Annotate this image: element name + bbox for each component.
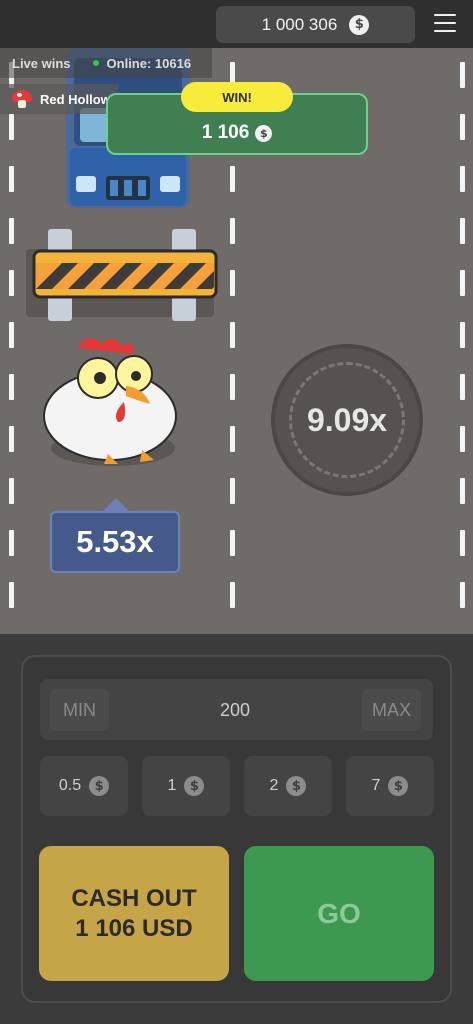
mushroom-icon	[12, 90, 32, 108]
chip-button[interactable]: 1 $	[142, 756, 230, 816]
coin-icon: $	[184, 776, 205, 796]
lane-marking	[460, 478, 465, 504]
lane-marking	[460, 582, 465, 608]
win-amount-value: 1 106	[201, 122, 250, 143]
min-bet-button[interactable]: MIN	[50, 689, 109, 731]
recent-player-name: Red Hollow	[40, 91, 111, 107]
lane-marking	[9, 478, 14, 504]
online-dot-icon	[92, 60, 99, 66]
live-wins-label: Live wins	[12, 55, 71, 71]
balance-value: 1 000 306	[261, 14, 338, 34]
lane-marking	[9, 426, 14, 452]
win-badge: WIN!	[181, 82, 293, 112]
lane-marking	[230, 426, 235, 452]
cash-out-label: CASH OUT	[71, 884, 197, 912]
current-multiplier-badge: 5.53x	[50, 498, 180, 573]
current-multiplier: 5.53x	[76, 524, 154, 559]
chip-button[interactable]: 7 $	[346, 756, 434, 816]
lane-marking	[230, 530, 235, 556]
lane-marking	[9, 114, 14, 140]
bet-amount-field[interactable]: 200	[110, 689, 360, 731]
lane-marking	[9, 582, 14, 608]
lane-marking	[230, 270, 235, 296]
lane-marking	[460, 426, 465, 452]
lane-marking	[460, 374, 465, 400]
lane-marking	[230, 582, 235, 608]
online-count: Online: 10616	[106, 55, 192, 71]
lane-marking	[9, 322, 14, 348]
game-board: 9.09x 5.53x Live wins Online: 10616 Red …	[0, 48, 473, 634]
manhole-cover[interactable]: 9.09x	[271, 344, 423, 496]
lane-marking	[230, 166, 235, 192]
lane-marking	[9, 218, 14, 244]
lane-marking	[460, 322, 465, 348]
lane-marking	[230, 218, 235, 244]
lane-marking	[460, 62, 465, 88]
coin-icon: $	[89, 776, 110, 796]
chip-button[interactable]: 2 $	[244, 756, 332, 816]
barricade-icon	[26, 229, 218, 321]
lane-marking	[9, 374, 14, 400]
max-bet-button[interactable]: MAX	[362, 689, 421, 731]
chip-value: 7	[371, 777, 381, 794]
lane-marking	[460, 530, 465, 556]
lane-marking	[230, 374, 235, 400]
lane-marking	[460, 166, 465, 192]
lane-marking	[460, 114, 465, 140]
win-amount: 1 106 $	[106, 120, 368, 146]
lane-marking	[9, 166, 14, 192]
next-multiplier: 9.09x	[306, 401, 388, 438]
menu-icon[interactable]	[434, 14, 456, 32]
coin-icon: $	[255, 124, 273, 142]
chip-value: 2	[269, 777, 279, 794]
chip-button[interactable]: 0.5 $	[40, 756, 128, 816]
chip-value: 1	[167, 777, 177, 794]
recent-win-item: Red Hollow	[0, 84, 118, 114]
cash-out-button[interactable]: CASH OUT 1 106 USD	[39, 846, 229, 981]
top-bar: 1 000 306 $	[0, 0, 473, 48]
balance-display: 1 000 306 $	[216, 6, 415, 43]
chicken-icon	[43, 337, 177, 466]
lane-marking	[9, 530, 14, 556]
coin-icon: $	[349, 14, 370, 35]
coin-icon: $	[388, 776, 409, 796]
live-wins-bar: Live wins Online: 10616	[0, 48, 212, 78]
lane-marking	[460, 270, 465, 296]
cash-out-amount: 1 106 USD	[75, 914, 193, 942]
go-button[interactable]: GO	[244, 846, 434, 981]
lane-marking	[9, 270, 14, 296]
coin-icon: $	[286, 776, 307, 796]
lane-marking	[230, 478, 235, 504]
lane-marking	[460, 218, 465, 244]
lane-marking	[230, 322, 235, 348]
chip-value: 0.5	[58, 777, 82, 794]
